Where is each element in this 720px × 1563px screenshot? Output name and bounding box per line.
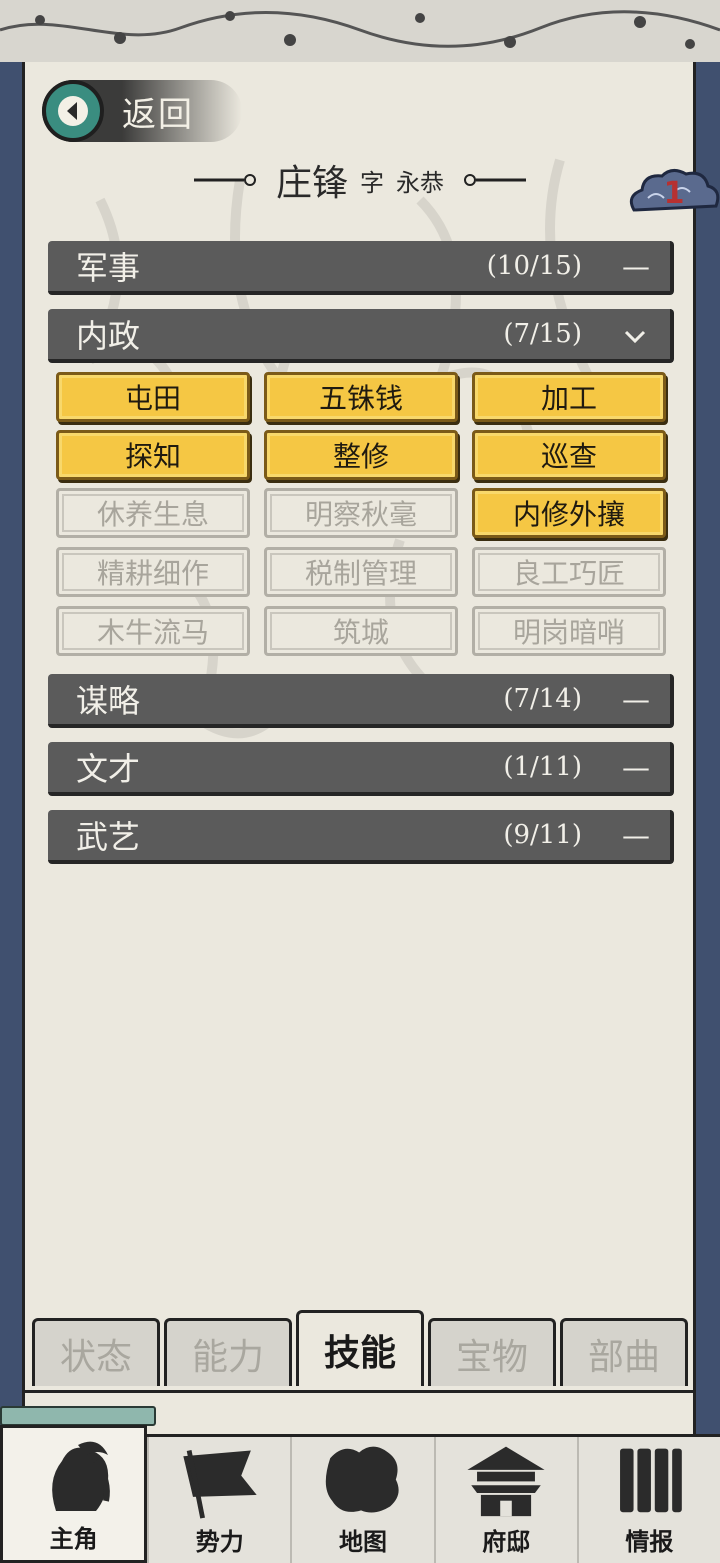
tab-status[interactable]: 状态 — [32, 1318, 160, 1386]
nav-intel[interactable]: 情报 — [576, 1437, 720, 1563]
section-count: (10/15) — [486, 251, 582, 281]
right-border-pattern — [696, 62, 720, 1434]
tab-treasure[interactable]: 宝物 — [428, 1318, 556, 1386]
nav-label: 地图 — [339, 1528, 387, 1556]
section-count: (7/14) — [503, 684, 582, 714]
skill-button[interactable]: 探知 — [56, 430, 250, 480]
section-name: 文才 — [76, 750, 141, 788]
nav-label: 府邸 — [482, 1528, 531, 1556]
back-arrow-icon — [42, 80, 104, 142]
section-name: 内政 — [76, 317, 141, 355]
tab-troops[interactable]: 部曲 — [560, 1318, 688, 1386]
chevron-down-icon — [622, 318, 648, 351]
nav-label: 情报 — [625, 1528, 674, 1556]
character-name: 庄锋 — [275, 163, 348, 204]
section-name: 军事 — [76, 249, 141, 287]
nav-hero[interactable]: 主角 — [0, 1425, 148, 1563]
section-name: 谋略 — [76, 682, 141, 720]
skill-button[interactable]: 休养生息 — [56, 488, 250, 538]
skill-button[interactable]: 精耕细作 — [56, 547, 250, 597]
skill-button[interactable]: 加工 — [472, 372, 666, 422]
tab-skills[interactable]: 技能 — [296, 1310, 424, 1386]
section-name: 武艺 — [76, 818, 141, 856]
tab-ability[interactable]: 能力 — [164, 1318, 292, 1386]
skill-button[interactable]: 税制管理 — [264, 547, 458, 597]
section-count: (9/11) — [503, 820, 582, 850]
map-icon — [325, 1446, 399, 1513]
section-bar-military[interactable]: 军事 (10/15) — — [48, 241, 674, 295]
minus-icon: — — [622, 249, 650, 283]
title-left-ornament — [193, 174, 256, 186]
left-border-pattern — [0, 62, 22, 1434]
skill-button[interactable]: 明察秋毫 — [264, 488, 458, 538]
courtesy-name: 永恭 — [396, 168, 444, 197]
back-button[interactable]: 返回 — [42, 80, 242, 142]
cloud-badge-count: 1 — [663, 176, 685, 211]
skill-button[interactable]: 整修 — [264, 430, 458, 480]
section-bar-administration[interactable]: 内政 (7/15) — [48, 309, 674, 363]
skill-button[interactable]: 良工巧匠 — [472, 547, 666, 597]
mansion-icon — [467, 1446, 545, 1517]
skill-button[interactable]: 内修外攘 — [472, 488, 666, 538]
top-decor-band — [0, 0, 720, 65]
section-bar-martial[interactable]: 武艺 (9/11) — — [48, 810, 674, 864]
title-right-ornament — [464, 174, 526, 186]
minus-icon: — — [622, 818, 650, 852]
hero-portrait-icon — [51, 1441, 110, 1511]
banner-flag-icon — [183, 1450, 257, 1519]
nav-label: 主角 — [49, 1525, 98, 1553]
tabs-divider — [22, 1390, 696, 1393]
skill-button[interactable]: 巡查 — [472, 430, 666, 480]
skill-button[interactable]: 筑城 — [264, 606, 458, 656]
nav-map[interactable]: 地图 — [290, 1437, 433, 1563]
minus-icon: — — [622, 750, 650, 784]
section-count: (7/15) — [503, 319, 582, 349]
character-title: 庄锋 字 永恭 — [160, 150, 560, 210]
section-bar-strategy[interactable]: 谋略 (7/14) — — [48, 674, 674, 728]
back-label: 返回 — [122, 94, 194, 135]
nav-mansion[interactable]: 府邸 — [433, 1437, 577, 1563]
skill-button[interactable]: 屯田 — [56, 372, 250, 422]
skill-button[interactable]: 五铢钱 — [264, 372, 458, 422]
skill-button[interactable]: 木牛流马 — [56, 606, 250, 656]
section-bar-literature[interactable]: 文才 (1/11) — — [48, 742, 674, 796]
skill-button[interactable]: 明岗暗哨 — [472, 606, 666, 656]
detail-tabs: 状态 能力 技能 宝物 部曲 — [30, 1310, 694, 1394]
nav-label: 势力 — [195, 1528, 244, 1556]
minus-icon: — — [622, 682, 650, 716]
section-count: (1/11) — [503, 752, 582, 782]
scroll-icon — [620, 1448, 683, 1513]
bottom-nav: 主角 势力 地图 府邸 情报 — [0, 1425, 720, 1563]
active-nav-ribbon — [0, 1406, 156, 1426]
nav-faction[interactable]: 势力 — [147, 1437, 290, 1563]
courtesy-name-mark: 字 — [360, 168, 384, 197]
